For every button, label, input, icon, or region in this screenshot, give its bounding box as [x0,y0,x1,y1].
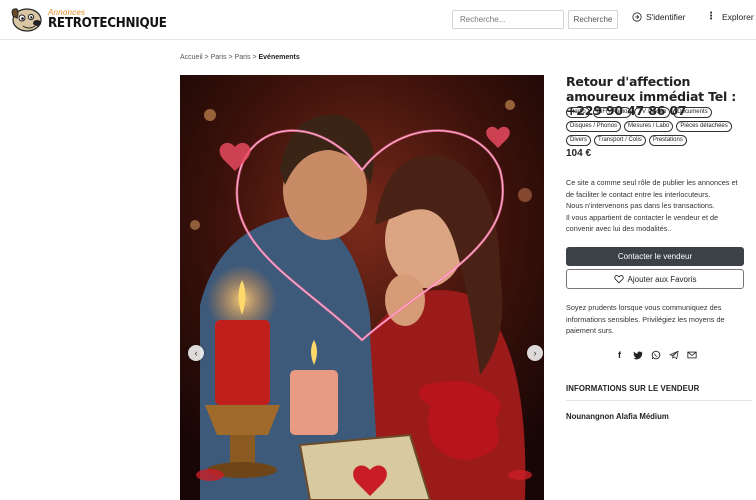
logo-wordmark: RETROTECHNIQUE [48,15,167,31]
heart-icon [613,275,624,284]
seller-name[interactable]: Nounangnon Alafia Médium [566,412,669,421]
site-header: Annonces RETROTECHNIQUE Recherche S'iden… [0,0,756,40]
explore-menu[interactable]: ⋮ Explorer [706,11,754,23]
safety-notice: Soyez prudents lorsque vous communiquez … [566,302,752,337]
add-to-favorites-button[interactable]: Ajouter aux Favoris [566,269,744,289]
caution-line: Soyez prudents lorsque vous communiquez … [566,303,722,312]
category-tag[interactable]: HiFi / Audio [592,107,632,118]
facebook-icon[interactable]: f [614,349,625,360]
category-tag[interactable]: Pièces détachées [676,121,732,132]
disclaimer-line: Nous n'intervenons pas dans les transact… [566,201,715,210]
divider [566,400,752,401]
site-disclaimer: Ce site a comme seul rôle de publier les… [566,177,750,235]
explore-label: Explorer [722,12,754,22]
category-tag[interactable]: TV / Vidéo [634,107,671,118]
chevron-right-icon: › [533,348,537,358]
listing-photo[interactable] [180,75,544,500]
category-tag[interactable]: Prestations [648,135,687,146]
site-logo[interactable]: Annonces RETROTECHNIQUE [9,4,177,34]
romantic-couple-image [180,75,544,500]
dog-mascot-icon [11,8,42,32]
breadcrumb-item-region[interactable]: Paris [211,54,227,61]
sign-in-icon [632,12,642,22]
disclaimer-line: Ce site a comme seul rôle de publier les… [566,178,738,187]
breadcrumb-separator: > [204,54,209,61]
disclaimer-line: de faciliter le contact entre les interl… [566,189,711,199]
breadcrumb-item-city[interactable]: Paris [235,54,251,61]
share-bar: f [614,349,697,360]
login-link[interactable]: S'identifier [632,12,685,22]
category-tag[interactable]: Disques / Phonos [566,121,622,132]
contact-seller-button[interactable]: Contacter le vendeur [566,247,744,266]
listing-price: 104 € [566,148,592,159]
search-button[interactable]: Recherche [568,10,618,29]
breadcrumb-separator: > [252,54,257,61]
telegram-icon[interactable] [668,349,679,360]
search-input[interactable] [452,10,564,29]
whatsapp-icon[interactable] [650,349,661,360]
disclaimer-line: convenir avec lui des modalités.. [566,224,672,233]
next-image-button[interactable]: › [527,345,543,361]
twitter-icon[interactable] [632,349,643,360]
login-label: S'identifier [646,12,686,22]
category-tag[interactable]: Mesures / Labo [624,121,674,132]
breadcrumb-item-home[interactable]: Accueil [180,54,203,61]
category-tag[interactable]: Documents [673,107,712,118]
email-icon[interactable] [686,349,697,360]
breadcrumb: Accueil > Paris > Paris > Evénements [180,54,300,61]
breadcrumb-separator: > [228,54,233,61]
disclaimer-line: Il vous appartient de contacter le vende… [566,212,719,222]
breadcrumb-current: Evénements [258,54,300,61]
category-tag[interactable]: Transport / Colis [594,135,646,146]
previous-image-button[interactable]: ‹ [188,345,204,361]
seller-info-heading: INFORMATIONS SUR LE VENDEUR [566,384,700,393]
kebab-menu-icon: ⋮ [706,11,716,22]
category-tag[interactable]: Divers [566,135,592,146]
caution-line: informations sensibles. Privilégiez les … [566,314,725,324]
favorite-label: Ajouter aux Favoris [627,274,697,284]
category-tag[interactable]: Radio [566,107,590,118]
chevron-left-icon: ‹ [194,348,198,358]
caution-line: paiement surs. [566,326,614,335]
category-tags: Radio HiFi / Audio TV / Vidéo Documents … [566,107,752,146]
